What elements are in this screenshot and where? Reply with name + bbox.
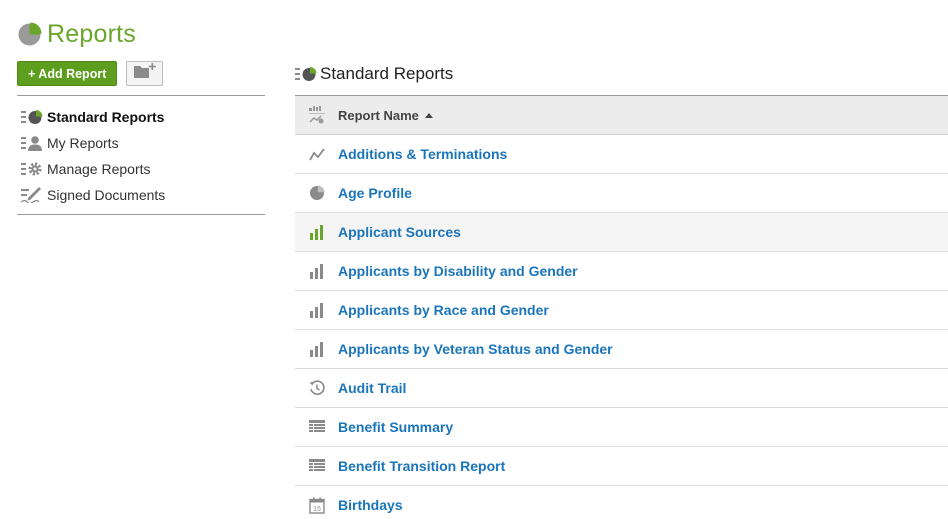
pie-chart-icon (17, 22, 42, 47)
table-icon (295, 420, 338, 434)
bar-chart-icon (295, 341, 338, 357)
sidebar-item-label: Manage Reports (47, 161, 151, 177)
reports-table: Report Name Additions & Terminations Age… (295, 95, 948, 519)
report-type-sort-icon[interactable] (295, 106, 338, 124)
table-row: Audit Trail (295, 369, 948, 408)
table-row: Age Profile (295, 174, 948, 213)
bar-chart-icon (295, 302, 338, 318)
report-link[interactable]: Applicants by Disability and Gender (338, 263, 578, 279)
page-header: Reports (17, 20, 136, 49)
table-row: Applicant Sources (295, 213, 948, 252)
line-chart-icon (295, 147, 338, 161)
page-title: Reports (47, 20, 136, 48)
add-folder-button[interactable] (126, 61, 164, 86)
reports-app: Reports + Add Report Standard Reports My… (0, 0, 948, 519)
toolbar: + Add Report (17, 61, 164, 86)
calendar-day-label: 15 (313, 506, 321, 513)
table-row: Applicants by Race and Gender (295, 291, 948, 330)
sidebar-item-my-reports[interactable]: My Reports (17, 130, 265, 156)
standard-reports-icon (21, 108, 43, 126)
column-header-report-name[interactable]: Report Name (338, 108, 433, 123)
folder-add-icon (133, 63, 157, 84)
my-reports-icon (21, 134, 43, 152)
calendar-icon: 15 (295, 497, 338, 514)
table-row: Benefit Summary (295, 408, 948, 447)
table-row: Applicants by Disability and Gender (295, 252, 948, 291)
bar-chart-icon (295, 263, 338, 279)
report-link[interactable]: Benefit Summary (338, 419, 453, 435)
table-header: Report Name (295, 95, 948, 135)
section-title-label: Standard Reports (320, 64, 454, 83)
table-row: Benefit Transition Report (295, 447, 948, 486)
standard-reports-icon (295, 65, 318, 83)
report-link[interactable]: Audit Trail (338, 380, 406, 396)
report-link[interactable]: Additions & Terminations (338, 146, 507, 162)
sidebar-item-label: My Reports (47, 135, 119, 151)
table-icon (295, 459, 338, 473)
report-link[interactable]: Age Profile (338, 185, 412, 201)
pie-chart-icon (295, 185, 338, 201)
bar-chart-icon (295, 224, 338, 240)
signed-documents-icon (21, 186, 43, 204)
section-title: Standard Reports (295, 64, 453, 84)
sidebar-item-signed-documents[interactable]: Signed Documents (17, 182, 265, 208)
table-row: 15 Birthdays (295, 486, 948, 519)
report-link[interactable]: Benefit Transition Report (338, 458, 505, 474)
sidebar-nav: Standard Reports My Reports Manage Repor… (17, 95, 265, 215)
report-link[interactable]: Applicants by Race and Gender (338, 302, 549, 318)
sort-ascending-icon (424, 112, 433, 118)
sidebar-item-manage-reports[interactable]: Manage Reports (17, 156, 265, 182)
table-row: Additions & Terminations (295, 135, 948, 174)
report-link[interactable]: Applicant Sources (338, 224, 461, 240)
report-link[interactable]: Birthdays (338, 497, 403, 513)
sidebar-item-label: Signed Documents (47, 187, 166, 203)
table-row: Applicants by Veteran Status and Gender (295, 330, 948, 369)
sidebar-item-standard-reports[interactable]: Standard Reports (17, 104, 265, 130)
report-link[interactable]: Applicants by Veteran Status and Gender (338, 341, 613, 357)
manage-reports-icon (21, 160, 43, 178)
sidebar-item-label: Standard Reports (47, 109, 165, 125)
add-report-button[interactable]: + Add Report (17, 61, 118, 86)
history-icon (295, 380, 338, 396)
